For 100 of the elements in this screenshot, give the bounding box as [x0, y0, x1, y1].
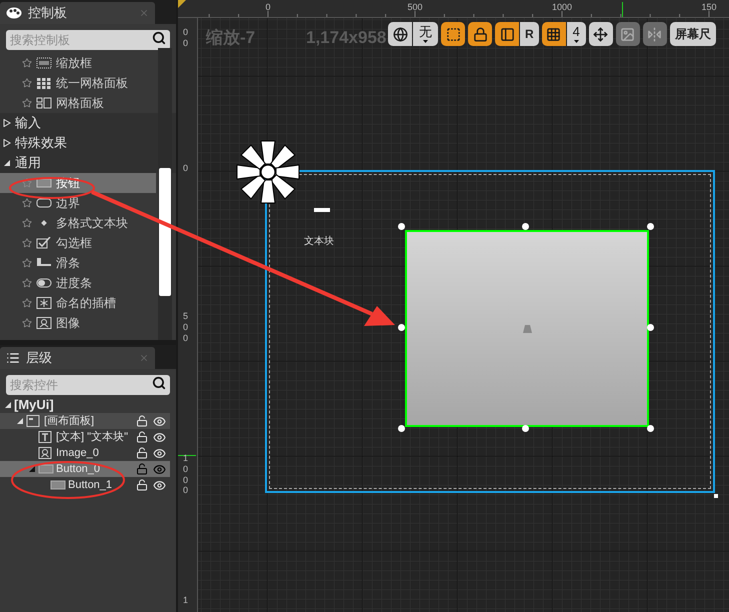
grid-panel-icon: [36, 97, 52, 109]
image-icon: [36, 317, 52, 329]
zoom-label: 缩放-7: [206, 27, 256, 49]
star-icon[interactable]: [22, 78, 32, 88]
hierarchy-row[interactable]: [MyUi]: [0, 397, 170, 413]
ruler-label: 0: [266, 3, 270, 12]
hierarchy-row[interactable]: Button_0: [0, 461, 170, 477]
mirror-icon: [647, 26, 662, 42]
eye-icon[interactable]: [153, 414, 166, 428]
expanded-arrow-icon[interactable]: [4, 401, 12, 409]
star-icon[interactable]: [22, 278, 32, 288]
text-block[interactable]: 文本块: [304, 234, 334, 249]
lock-open-icon[interactable]: [136, 431, 148, 443]
palette-item[interactable]: 命名的插槽: [0, 293, 156, 313]
checkbox-icon: [36, 237, 52, 249]
collapsed-arrow-icon[interactable]: [3, 119, 11, 127]
search-icon[interactable]: [152, 376, 166, 390]
hierarchy-label: Button_1: [68, 478, 114, 493]
palette-item[interactable]: 进度条: [0, 273, 156, 293]
hierarchy-label: Image_0: [56, 446, 100, 461]
lock-icon: [472, 26, 488, 42]
hierarchy-row[interactable]: [画布面板]: [0, 413, 170, 429]
expanded-arrow-icon[interactable]: [16, 417, 24, 425]
eye-icon[interactable]: [153, 430, 166, 444]
lock-open-icon[interactable]: [136, 415, 148, 427]
palette-icon: [6, 7, 22, 19]
dropdown-button[interactable]: 无: [413, 22, 438, 46]
palette-item[interactable]: 统一网格面板: [0, 73, 156, 93]
lock-open-icon[interactable]: [136, 463, 148, 475]
star-icon[interactable]: [22, 178, 32, 188]
ruler-label: 1000: [183, 453, 190, 496]
button-widget-icon: [50, 479, 66, 491]
star-icon[interactable]: [22, 258, 32, 268]
anchor-icon[interactable]: [236, 140, 300, 204]
toolbar-button[interactable]: [441, 22, 465, 46]
palette-item[interactable]: 滑条: [0, 253, 156, 273]
toolbar-button[interactable]: [468, 22, 492, 46]
star-icon[interactable]: [22, 318, 32, 328]
dropdown-button[interactable]: 4: [566, 22, 586, 46]
star-icon[interactable]: [22, 198, 32, 208]
hierarchy-row[interactable]: [文本] "文本块": [0, 429, 170, 445]
star-icon[interactable]: [22, 218, 32, 228]
star-icon[interactable]: [22, 58, 32, 68]
toolbar-button[interactable]: [388, 22, 412, 46]
list-icon: [6, 351, 20, 365]
star-icon[interactable]: [22, 98, 32, 108]
scrollbar-thumb[interactable]: [159, 168, 171, 296]
hierarchy-row[interactable]: Image_0: [0, 445, 170, 461]
corner-marker: [178, 0, 186, 8]
ruler-label: 0: [183, 163, 190, 174]
hierarchy-label: [画布面板]: [44, 414, 96, 429]
ruler-label: 00: [183, 27, 190, 49]
panel-tab[interactable]: 层级: [0, 347, 155, 369]
star-icon[interactable]: [22, 298, 32, 308]
lock-open-icon[interactable]: [136, 479, 148, 491]
rounded-rect-icon: [36, 197, 52, 209]
resolution-label: 1,174x958: [306, 27, 386, 49]
category-header[interactable]: 通用: [0, 153, 176, 173]
palette-item[interactable]: 图像: [0, 313, 156, 333]
text-icon: [38, 431, 54, 443]
expanded-arrow-icon[interactable]: [3, 159, 11, 167]
search-field[interactable]: 搜索控件: [6, 375, 170, 395]
progress-bar-icon: [36, 277, 52, 289]
dashed-square-icon: [446, 26, 460, 42]
toggle-button[interactable]: R: [520, 22, 539, 46]
eye-icon[interactable]: [153, 462, 166, 476]
search-field[interactable]: 搜索控制板: [6, 30, 170, 50]
resize-handle[interactable]: [714, 494, 718, 498]
move-icon: [593, 26, 608, 42]
palette-item[interactable]: 缩放框: [0, 53, 156, 73]
scale-box-icon: [36, 57, 52, 69]
globe-icon: [392, 26, 408, 42]
screen-size-button[interactable]: 屏幕尺: [670, 22, 716, 46]
palette-item[interactable]: 网格面板: [0, 93, 156, 113]
eye-icon[interactable]: [153, 446, 166, 460]
category-header[interactable]: 输入: [0, 113, 176, 133]
ruler-label: 1: [183, 595, 190, 606]
palette-item[interactable]: 勾选框: [0, 233, 156, 253]
panel-tab-title: 控制板: [28, 4, 68, 22]
lock-open-icon[interactable]: [136, 447, 148, 459]
expanded-arrow-icon[interactable]: [28, 465, 36, 473]
collapsed-arrow-icon[interactable]: [3, 139, 11, 147]
grid-icon: [546, 26, 562, 42]
layout-panel-icon: [500, 26, 514, 42]
search-icon[interactable]: [152, 31, 166, 45]
toolbar-button[interactable]: [588, 22, 613, 46]
hierarchy-label: Button_0: [56, 462, 102, 477]
star-icon[interactable]: [22, 238, 32, 248]
eye-icon[interactable]: [153, 478, 166, 492]
panel-tab[interactable]: 控制板: [0, 2, 155, 24]
palette-item[interactable]: 多格式文本块: [0, 213, 156, 233]
category-header[interactable]: 特殊效果: [0, 133, 176, 153]
slider-icon: [36, 257, 52, 269]
hierarchy-row[interactable]: Button_1: [0, 477, 170, 493]
ruler-label: 500: [407, 3, 423, 12]
asterisk-box-icon: [36, 297, 52, 309]
small-triangle-icon: [522, 324, 532, 332]
toolbar-button[interactable]: [495, 22, 519, 46]
ruler-label: 1000: [552, 3, 572, 12]
toolbar-button[interactable]: [542, 22, 566, 46]
